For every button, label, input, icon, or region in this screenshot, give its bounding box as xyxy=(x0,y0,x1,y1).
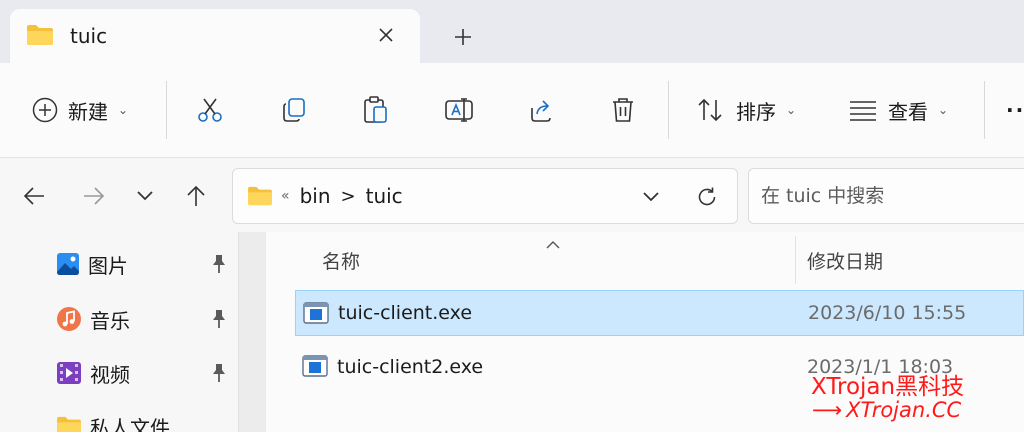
breadcrumb-item[interactable]: tuic xyxy=(366,184,403,208)
sidebar-item-videos[interactable]: 视频 xyxy=(56,355,236,391)
chevron-down-icon: ⌄ xyxy=(118,103,129,117)
divider xyxy=(984,81,985,139)
sidebar-item-music[interactable]: 音乐 xyxy=(56,301,236,337)
watermark-title: XTrojan黑科技 xyxy=(811,374,965,400)
search-box[interactable] xyxy=(748,168,1024,224)
chevron-down-icon: ⌄ xyxy=(786,103,797,117)
share-icon xyxy=(531,100,551,122)
sidebar-item-label: 音乐 xyxy=(90,308,130,333)
folder-icon xyxy=(247,185,273,211)
add-circle-icon xyxy=(32,97,58,123)
copy-icon xyxy=(283,98,305,122)
view-label: 查看 xyxy=(888,99,928,124)
sidebar-item-label: 私人文件 xyxy=(90,415,170,432)
folder-icon xyxy=(57,416,81,432)
new-label: 新建 xyxy=(68,99,108,124)
sidebar-item-private-files[interactable]: 私人文件 xyxy=(56,408,236,432)
music-icon xyxy=(57,307,81,331)
file-row[interactable]: tuic-client.exe 2023/6/10 15:55 xyxy=(295,290,1024,336)
back-button[interactable] xyxy=(16,178,52,214)
column-header-date[interactable]: 修改日期 xyxy=(807,232,883,288)
breadcrumb-overflow[interactable]: « xyxy=(281,188,290,204)
column-header-label: 名称 xyxy=(322,250,361,273)
file-name: tuic-client.exe xyxy=(338,302,473,324)
watermark-url-text: XTrojan.CC xyxy=(846,398,962,422)
arrow-up-icon xyxy=(187,185,205,206)
tab-tuic[interactable]: tuic xyxy=(10,9,420,63)
list-view-icon xyxy=(850,101,876,121)
cut-button[interactable] xyxy=(196,85,224,135)
sort-label: 排序 xyxy=(736,99,776,124)
close-tab-button[interactable] xyxy=(370,19,402,51)
sort-icon xyxy=(698,98,722,122)
copy-button[interactable] xyxy=(280,85,308,135)
refresh-button[interactable] xyxy=(691,181,723,213)
address-bar[interactable]: « bin > tuic xyxy=(232,168,738,224)
pictures-icon xyxy=(57,253,79,275)
arrow-left-icon xyxy=(23,187,44,205)
trash-icon xyxy=(613,98,633,122)
up-button[interactable] xyxy=(178,178,214,214)
divider xyxy=(166,81,167,139)
pin-icon xyxy=(210,309,228,333)
exe-file-icon xyxy=(303,302,329,328)
delete-button[interactable] xyxy=(610,85,636,135)
exe-file-icon xyxy=(302,355,328,381)
paste-button[interactable] xyxy=(362,85,390,135)
recent-locations-button[interactable] xyxy=(127,178,163,214)
breadcrumb-item[interactable]: bin xyxy=(300,184,331,208)
navigation-row: « bin > tuic xyxy=(0,158,1024,232)
pin-icon xyxy=(210,363,228,387)
more-icon: ··· xyxy=(1006,98,1024,122)
column-header-label: 修改日期 xyxy=(807,250,884,273)
chevron-down-icon xyxy=(137,191,153,201)
close-icon xyxy=(379,28,393,42)
more-button[interactable]: ··· xyxy=(1006,85,1024,135)
share-button[interactable] xyxy=(527,85,555,135)
divider xyxy=(668,81,669,139)
breadcrumb: « bin > tuic xyxy=(281,184,403,208)
pane-splitter[interactable] xyxy=(238,232,266,432)
watermark-url: ⟶ XTrojan.CC xyxy=(812,398,961,422)
rename-icon xyxy=(445,98,473,122)
clipboard-icon xyxy=(364,96,387,123)
scissors-icon xyxy=(198,98,222,122)
tab-title: tuic xyxy=(70,24,108,48)
breadcrumb-separator[interactable]: > xyxy=(341,186,356,207)
folder-icon xyxy=(26,23,54,51)
view-button[interactable]: 查看 ⌄ xyxy=(848,85,948,135)
plus-icon xyxy=(455,29,471,45)
sort-button[interactable]: 排序 ⌄ xyxy=(696,85,796,135)
new-tab-button[interactable] xyxy=(446,20,480,54)
arrow-right-icon xyxy=(84,187,105,205)
refresh-icon xyxy=(698,187,716,206)
forward-button[interactable] xyxy=(76,178,112,214)
file-date: 2023/6/10 15:55 xyxy=(808,302,967,324)
column-divider[interactable] xyxy=(795,236,796,284)
column-header-name[interactable]: 名称 xyxy=(322,232,360,288)
sidebar-item-label: 图片 xyxy=(88,253,128,278)
command-bar: 新建 ⌄ 排序 ⌄ 查看 ⌄ ··· xyxy=(0,63,1024,158)
sidebar-item-label: 视频 xyxy=(90,362,130,387)
navigation-pane: 图片 音乐 视频 私人文件 xyxy=(0,232,238,432)
pin-icon xyxy=(210,254,228,278)
chevron-down-icon xyxy=(643,192,659,202)
videos-icon xyxy=(57,362,81,384)
search-input[interactable] xyxy=(749,169,1024,223)
new-button[interactable]: 新建 ⌄ xyxy=(32,85,128,135)
tab-bar: tuic xyxy=(0,0,1024,63)
address-history-button[interactable] xyxy=(635,181,667,213)
file-name: tuic-client2.exe xyxy=(337,356,484,378)
sort-ascending-icon xyxy=(546,234,560,253)
rename-button[interactable] xyxy=(444,85,474,135)
arrow-icon: ⟶ xyxy=(812,398,843,422)
sidebar-item-pictures[interactable]: 图片 xyxy=(56,246,236,282)
chevron-down-icon: ⌄ xyxy=(938,103,949,117)
